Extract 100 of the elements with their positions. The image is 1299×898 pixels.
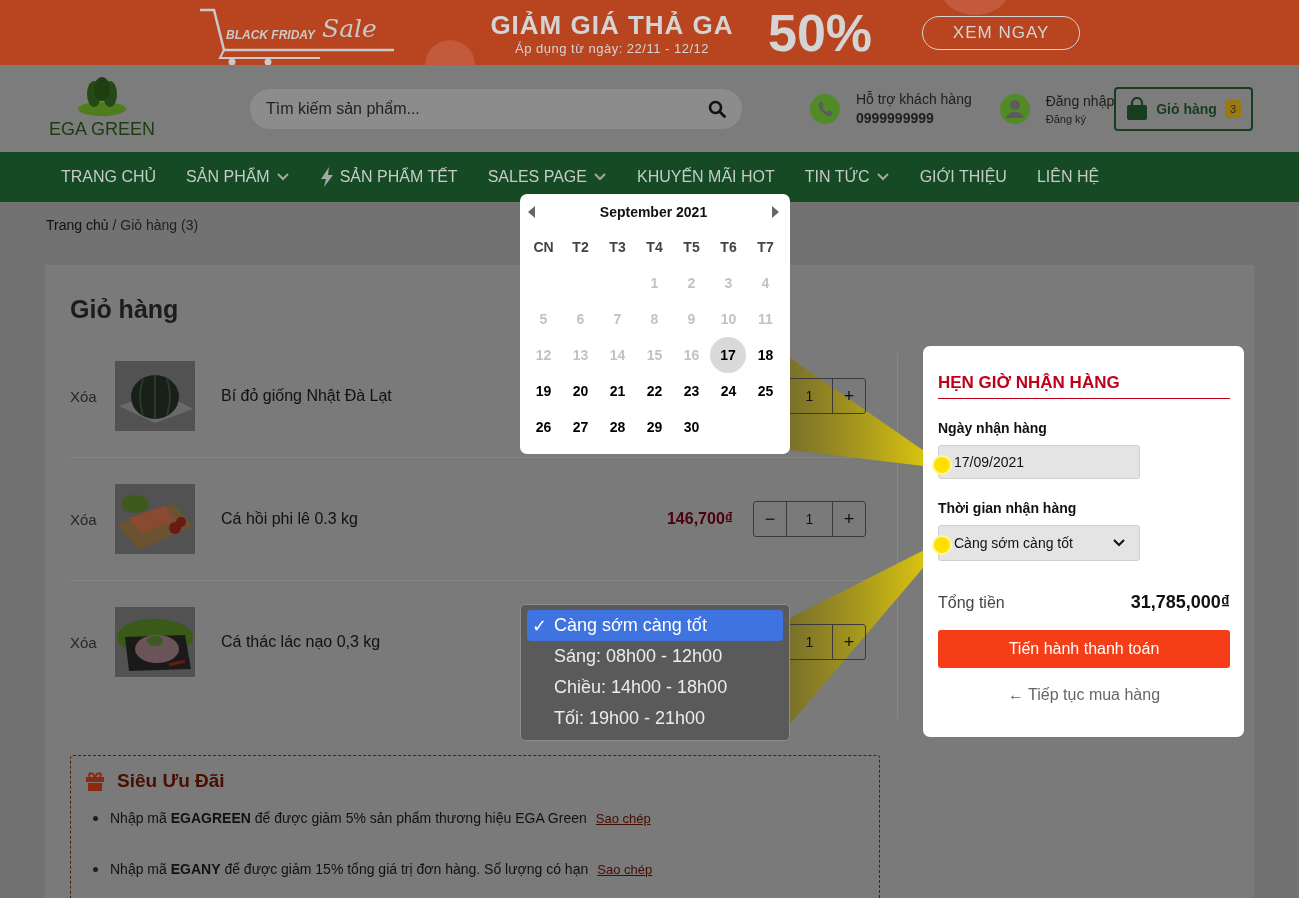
calendar-day[interactable]: 22 — [636, 373, 673, 409]
cart-button[interactable]: Giỏ hàng 3 — [1114, 86, 1253, 131]
register-link[interactable]: Đăng ký — [1045, 112, 1115, 125]
menu-option[interactable]: ✓ Càng sớm càng tốt — [527, 610, 783, 641]
gift-icon — [85, 771, 105, 791]
calendar-day: 2 — [673, 265, 710, 301]
banner-headline: GIẢM GIÁ THẢ GA — [490, 9, 734, 41]
calendar-day: 7 — [599, 301, 636, 337]
calendar-day: 9 — [673, 301, 710, 337]
product-name[interactable]: Cá thác lác nạo 0,3 kg — [221, 633, 381, 651]
calendar-day: 16 — [673, 337, 710, 373]
checkout-button[interactable]: Tiến hành thanh toán — [938, 630, 1230, 668]
nav-item[interactable]: SẢN PHẨM — [171, 152, 305, 202]
calendar-day[interactable]: 28 — [599, 409, 636, 445]
calendar-day[interactable]: 24 — [710, 373, 747, 409]
weekday-label: T5 — [682, 238, 701, 257]
discount-text: 50% — [768, 2, 873, 63]
weekday-label: T4 — [645, 238, 664, 257]
plus-button[interactable]: + — [833, 625, 865, 659]
total-label: Tổng tiền — [938, 593, 1005, 612]
next-arrow-icon[interactable] — [771, 206, 779, 218]
product-name[interactable]: Cá hồi phi lê 0.3 kg — [221, 510, 358, 528]
calendar-day[interactable]: 18 — [747, 337, 784, 373]
chevron-down-icon — [1113, 539, 1125, 547]
nav-item[interactable]: TIN TỨC — [789, 152, 905, 202]
menu-option[interactable]: Chiều: 14h00 - 18h00 — [527, 672, 783, 703]
page-title: Giỏ hàng — [70, 294, 179, 325]
login-link[interactable]: Đăng nhập — [1045, 92, 1115, 109]
plus-button[interactable]: + — [833, 502, 865, 536]
menu-option[interactable]: Sáng: 08h00 - 12h00 — [527, 641, 783, 672]
calendar-day[interactable]: 26 — [525, 409, 562, 445]
calendar-day: 14 — [599, 337, 636, 373]
banner-text: BLACK FRIDAY — [226, 27, 316, 42]
chevron-down-icon — [875, 172, 890, 182]
calendar-day: 6 — [562, 301, 599, 337]
weekday-label: T3 — [608, 238, 627, 257]
calendar-day[interactable]: 25 — [747, 373, 784, 409]
calendar-day[interactable]: 17 — [710, 337, 746, 373]
copy-link[interactable]: Sao chép — [595, 810, 651, 826]
time-select[interactable]: Càng sớm càng tốt — [938, 525, 1140, 561]
copy-link[interactable]: Sao chép — [597, 861, 653, 877]
nav-item[interactable]: SẢN PHẨM TẾT — [304, 152, 473, 202]
calendar-day[interactable]: 20 — [562, 373, 599, 409]
panel-title: HẸN GIỜ NHẬN HÀNG — [938, 373, 1230, 399]
support-label: Hỗ trợ khách hàng — [855, 91, 972, 107]
bullet-dot — [93, 866, 98, 872]
calendar-day: 3 — [710, 265, 747, 301]
minus-button[interactable]: − — [754, 502, 786, 536]
calendar-day[interactable]: 21 — [599, 373, 636, 409]
bag-icon — [1126, 96, 1149, 121]
promo-banner[interactable]: BLACK FRIDAY Sale GIẢM GIÁ THẢ GA Áp dụng từ ngày: 22/11 - 12/12 50% XEM NGAY — [0, 0, 1299, 65]
weekday-label: T7 — [756, 238, 775, 257]
calendar-day[interactable]: 23 — [673, 373, 710, 409]
prev-arrow-icon[interactable] — [528, 206, 536, 218]
offer-text: Nhập mã EGANY để được giảm 15% tổng giá trị đơn hàng. Số lượng có hạn — [110, 861, 589, 877]
calendar-day[interactable]: 30 — [673, 409, 710, 445]
calendar-day: 5 — [525, 301, 562, 337]
nav-item[interactable]: SALES PAGE — [472, 152, 622, 202]
banner-dates: Áp dụng từ ngày: 22/11 - 12/12 — [514, 40, 709, 56]
field-label: Thời gian nhận hàng — [938, 500, 1078, 516]
calendar-day: 8 — [636, 301, 673, 337]
calendar-day: 12 — [525, 337, 562, 373]
promo-title: Siêu Ưu Đãi — [117, 770, 225, 792]
chevron-down-icon — [592, 172, 607, 182]
nav-item[interactable]: TRANG CHỦ — [46, 152, 172, 202]
calendar-day[interactable]: 29 — [636, 409, 673, 445]
banner-text: Sale — [322, 13, 377, 43]
search-field[interactable]: Tìm kiếm sản phẩm... — [250, 88, 742, 129]
date-field[interactable]: 17/09/2021 — [938, 445, 1140, 479]
breadcrumb-link[interactable]: Trang chủ — [46, 217, 109, 265]
calendar-day[interactable]: 19 — [525, 373, 562, 409]
calendar-day: 10 — [710, 301, 747, 337]
remove-link[interactable]: Xóa — [70, 510, 115, 528]
phone-icon — [809, 93, 840, 124]
product-price: 146,700₫ — [666, 510, 733, 528]
calendar-day: 1 — [636, 265, 673, 301]
weekday-label: T2 — [571, 238, 590, 257]
breadcrumb-current: / Giỏ hàng (3) — [112, 217, 199, 235]
search-icon[interactable] — [707, 99, 726, 118]
quantity-field[interactable]: 1 — [786, 502, 833, 536]
month-title: September 2021 — [599, 204, 708, 220]
product-name[interactable]: Bí đỏ giống Nhật Đà Lạt — [221, 387, 392, 405]
calendar-day: 11 — [747, 301, 784, 337]
nav-item[interactable]: LIÊN HỆ — [1021, 152, 1115, 202]
phone-number[interactable]: 0999999999 — [855, 110, 972, 126]
nav-item[interactable]: GIỚI THIỆU — [904, 152, 1022, 202]
bolt-icon — [319, 167, 334, 187]
field-label: Ngày nhận hàng — [938, 420, 1048, 436]
tree-icon — [77, 77, 127, 117]
calendar-day: 4 — [747, 265, 784, 301]
remove-link[interactable]: Xóa — [70, 633, 115, 651]
remove-link[interactable]: Xóa — [70, 387, 115, 405]
offer-text: Nhập mã EGAGREEN để được giảm 5% sản phẩm thương hiệu EGA Green — [110, 810, 587, 826]
calendar-day: 15 — [636, 337, 673, 373]
calendar-day[interactable]: 27 — [562, 409, 599, 445]
continue-shopping-link[interactable]: ← Tiếp tục mua hàng — [1007, 686, 1161, 704]
weekday-label: CN — [532, 238, 555, 257]
bullet-dot — [93, 815, 98, 821]
total-amount: 31,785,000₫ — [1130, 592, 1230, 613]
menu-option[interactable]: Tối: 19h00 - 21h00 — [527, 703, 783, 734]
